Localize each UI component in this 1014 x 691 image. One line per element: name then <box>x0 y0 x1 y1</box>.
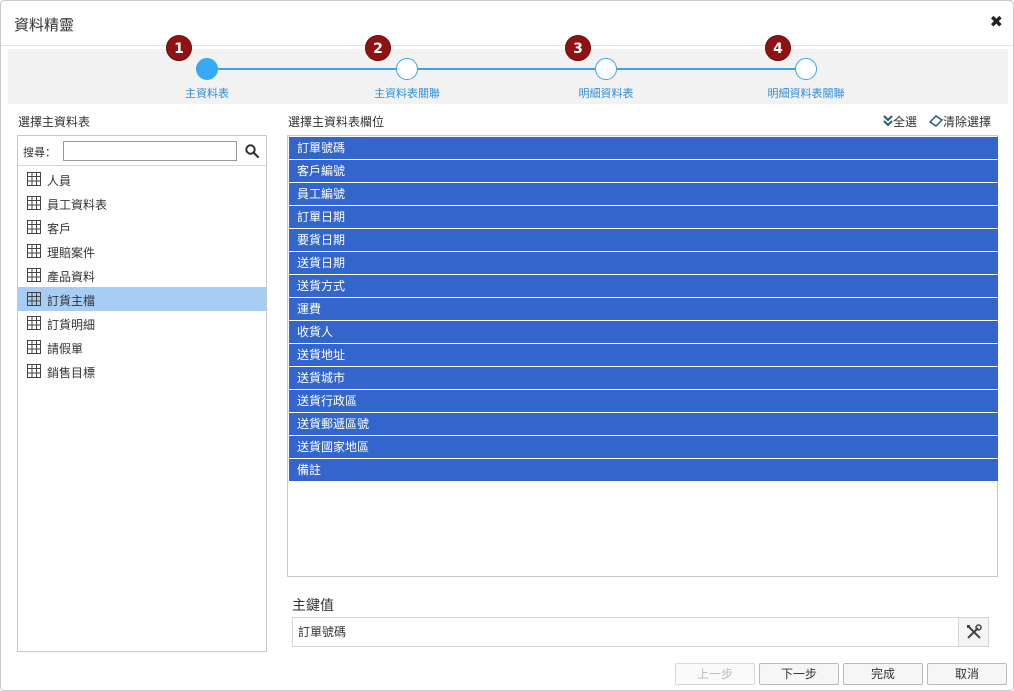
prev-button[interactable]: 上一步 <box>675 663 755 685</box>
dialog-titlebar: 資料精靈 ✖ <box>1 1 1013 46</box>
field-row[interactable]: 訂單號碼 <box>289 137 998 159</box>
search-row: 搜尋： <box>18 136 266 166</box>
tools-icon <box>967 624 982 639</box>
field-row[interactable]: 員工編號 <box>289 183 998 205</box>
table-icon <box>27 340 41 354</box>
step-connector <box>617 68 806 70</box>
table-item-order-details[interactable]: 訂貨明細 <box>18 311 266 335</box>
step-connector <box>218 68 406 70</box>
table-icon <box>27 292 41 306</box>
table-item-order-master[interactable]: 訂貨主檔 <box>18 287 266 311</box>
field-row[interactable]: 客戶編號 <box>289 160 998 182</box>
table-item-label: 訂貨明細 <box>47 318 96 332</box>
clear-selection-label: 清除選擇 <box>943 115 992 129</box>
table-list-panel: 搜尋： 人員 員工資料表 客戶 理賠案件 產品資料 訂貨主檔 訂貨明細 請假單 … <box>17 135 267 652</box>
select-all-button[interactable]: 全選 <box>883 113 917 130</box>
table-icon <box>27 196 41 210</box>
table-item-claims[interactable]: 理賠案件 <box>18 239 266 263</box>
field-row[interactable]: 送貨城市 <box>289 367 998 389</box>
field-row[interactable]: 送貨方式 <box>289 275 998 297</box>
table-icon <box>27 172 41 186</box>
field-section-label: 選擇主資料表欄位 <box>288 115 385 129</box>
table-icon <box>27 268 41 282</box>
table-item-label: 客戶 <box>47 222 72 236</box>
data-wizard-dialog: 資料精靈 ✖ 1 2 3 4 主資料表 主資料表關聯 明細資料表 明細資料表關聯… <box>0 0 1014 691</box>
next-button[interactable]: 下一步 <box>759 663 839 685</box>
step-1-badge: 1 <box>166 35 192 61</box>
table-item-products[interactable]: 產品資料 <box>18 263 266 287</box>
table-icon <box>27 244 41 258</box>
table-item-leave-requests[interactable]: 請假單 <box>18 335 266 359</box>
field-row[interactable]: 運費 <box>289 298 998 320</box>
finish-button[interactable]: 完成 <box>843 663 923 685</box>
table-list: 人員 員工資料表 客戶 理賠案件 產品資料 訂貨主檔 訂貨明細 請假單 銷售目標 <box>18 167 266 383</box>
table-item-sales-targets[interactable]: 銷售目標 <box>18 359 266 383</box>
close-icon[interactable]: ✖ <box>990 13 1003 31</box>
field-row[interactable]: 送貨國家地區 <box>289 436 998 458</box>
table-item-personnel[interactable]: 人員 <box>18 167 266 191</box>
field-row[interactable]: 送貨行政區 <box>289 390 998 412</box>
step-3-circle[interactable] <box>595 58 617 80</box>
field-list-panel: 訂單號碼 客戶編號 員工編號 訂單日期 要貨日期 送貨日期 送貨方式 運費 收貨… <box>287 135 998 577</box>
table-item-label: 員工資料表 <box>47 198 108 212</box>
table-item-employees[interactable]: 員工資料表 <box>18 191 266 215</box>
field-row[interactable]: 要貨日期 <box>289 229 998 251</box>
field-row[interactable]: 收貨人 <box>289 321 998 343</box>
table-icon <box>27 220 41 234</box>
search-icon[interactable] <box>244 143 260 159</box>
table-item-label: 人員 <box>47 174 72 188</box>
wizard-stepper: 1 2 3 4 主資料表 主資料表關聯 明細資料表 明細資料表關聯 <box>8 35 1008 104</box>
step-2-label: 主資料表關聯 <box>374 87 440 100</box>
main-table-section-label: 選擇主資料表 <box>18 115 91 129</box>
primary-key-label: 主鍵值 <box>292 598 334 614</box>
table-item-label: 訂貨主檔 <box>47 294 96 308</box>
search-label: 搜尋： <box>23 146 56 159</box>
table-item-label: 請假單 <box>47 342 84 356</box>
clear-selection-button[interactable]: 清除選擇 <box>928 113 992 130</box>
step-3-label: 明細資料表 <box>578 87 634 100</box>
step-1-label: 主資料表 <box>185 87 229 100</box>
search-input[interactable] <box>63 141 237 161</box>
table-item-customers[interactable]: 客戶 <box>18 215 266 239</box>
primary-key-tool-button[interactable] <box>958 617 989 647</box>
field-row[interactable]: 送貨日期 <box>289 252 998 274</box>
select-all-label: 全選 <box>893 115 918 129</box>
step-3-badge: 3 <box>565 35 591 61</box>
field-row[interactable]: 送貨郵遞區號 <box>289 413 998 435</box>
step-connector <box>418 68 606 70</box>
field-row[interactable]: 訂單日期 <box>289 206 998 228</box>
table-icon <box>27 364 41 378</box>
step-2-circle[interactable] <box>396 58 418 80</box>
eraser-icon <box>928 115 944 127</box>
step-4-label: 明細資料表關聯 <box>767 87 845 100</box>
field-row[interactable]: 送貨地址 <box>289 344 998 366</box>
table-icon <box>27 316 41 330</box>
table-item-label: 銷售目標 <box>47 366 96 380</box>
step-2-badge: 2 <box>365 35 391 61</box>
table-item-label: 產品資料 <box>47 270 96 284</box>
step-1-circle[interactable] <box>196 58 218 80</box>
primary-key-field[interactable]: 訂單號碼 <box>292 617 958 647</box>
table-item-label: 理賠案件 <box>47 246 96 260</box>
step-4-circle[interactable] <box>795 58 817 80</box>
dialog-title: 資料精靈 <box>14 16 75 34</box>
double-check-icon <box>883 115 893 127</box>
cancel-button[interactable]: 取消 <box>927 663 1007 685</box>
step-4-badge: 4 <box>765 35 791 61</box>
field-row[interactable]: 備註 <box>289 459 998 481</box>
